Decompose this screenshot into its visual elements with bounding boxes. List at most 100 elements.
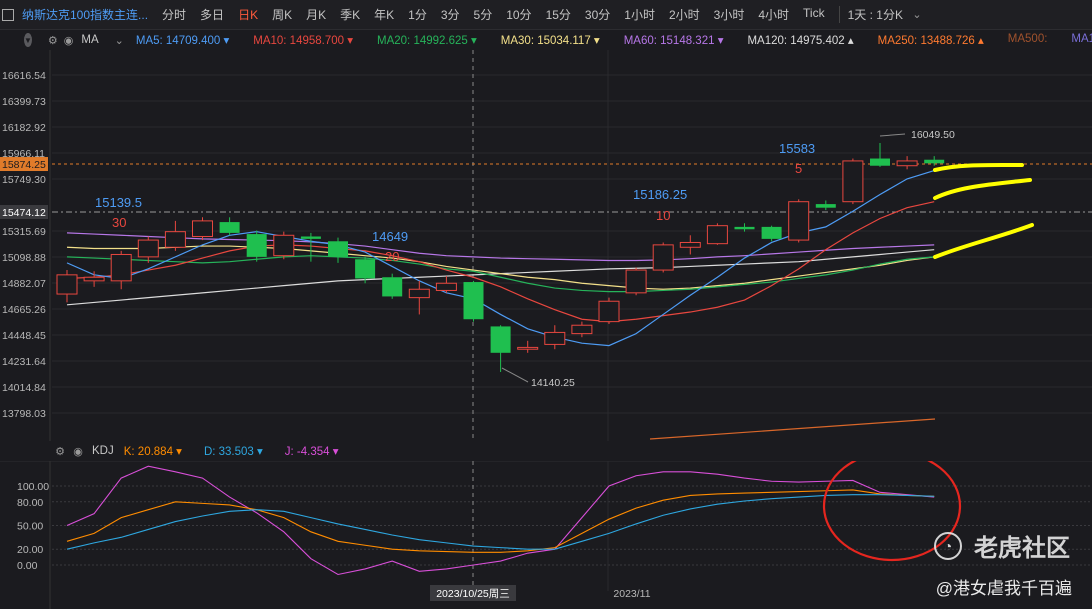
candle-body [328, 241, 348, 257]
tab-timeframe[interactable]: 周K [272, 6, 292, 23]
collapse-icon[interactable]: ▼ [24, 33, 32, 47]
candle-body [164, 231, 186, 248]
highlight-stroke [933, 162, 1024, 172]
kdj-value[interactable]: J: -4.354 ▾ [285, 444, 339, 458]
kdj-value[interactable]: K: 20.884 ▾ [124, 444, 182, 458]
ma-legend-bar: ▼ ⚙ ◉ MA ⌄ MA5: 14709.400 ▾ MA10: 14958.7… [0, 30, 1092, 50]
tab-timeframe[interactable]: 15分 [546, 6, 571, 23]
tab-timeframe[interactable]: 1天 : 1分K [838, 6, 903, 23]
watermark-text: 老虎社区 [974, 535, 1070, 562]
tab-timeframe[interactable]: 10分 [506, 6, 531, 23]
candle-body [870, 158, 890, 166]
tab-timeframe[interactable]: 1分 [408, 6, 427, 23]
tab-timeframe[interactable]: 30分 [585, 6, 610, 23]
kdj-tick-label: 0.00 [17, 560, 38, 572]
candle-body [137, 239, 159, 258]
price-tick-label: 14014.84 [2, 382, 46, 394]
price-tick-label: 14231.64 [2, 356, 46, 368]
price-tick-label: 15749.30 [2, 174, 46, 186]
candle-body [435, 282, 457, 291]
annotation-red: 20 [385, 249, 399, 264]
watermark-user: @港女虐我千百遍 [935, 579, 1072, 598]
ma-value[interactable]: MA250: 13488.726 ▴ [878, 33, 984, 47]
price-tick-label: 14665.26 [2, 304, 46, 316]
annotation-blue: 15139.5 [95, 195, 142, 210]
gear-icon[interactable]: ⚙ [54, 445, 66, 458]
candle-body [517, 346, 539, 350]
crosshair-price-tag-text: 15474.12 [2, 207, 46, 219]
candle-body [273, 234, 295, 257]
kdj-j-line [66, 465, 935, 576]
kdj-tick-label: 100.00 [17, 481, 49, 493]
chevron-down-icon[interactable]: ⌄ [115, 34, 124, 47]
candle-body [355, 259, 376, 279]
gear-icon[interactable]: ⚙ [48, 34, 58, 47]
candlestick-chart[interactable]: 16616.5416399.7316182.9215966.1115749.30… [0, 50, 1092, 441]
ma-value[interactable]: MA10: 14958.700 ▾ [253, 33, 353, 47]
candle-body [924, 159, 945, 164]
tab-timeframe[interactable]: 4小时 [758, 6, 789, 23]
annotation-blue: 15186.25 [633, 187, 687, 202]
price-tick-label: 14448.45 [2, 330, 46, 342]
ma-value[interactable]: MA1000 [1071, 33, 1092, 47]
last-price-tag-text: 15874.25 [2, 159, 46, 171]
ma250-line [649, 418, 936, 440]
eye-icon[interactable]: ◉ [72, 445, 84, 458]
tab-timeframe[interactable]: 2小时 [669, 6, 700, 23]
candle-body [544, 331, 566, 345]
ma-values: MA5: 14709.400 ▾ MA10: 14958.700 ▾ MA20: 1… [136, 33, 1092, 47]
tab-timeframe[interactable]: 季K [340, 6, 360, 23]
ma-value[interactable]: MA5: 14709.400 ▾ [136, 33, 229, 47]
kdj-value[interactable]: D: 33.503 ▾ [204, 444, 263, 458]
tab-timeframe[interactable]: 多日 [200, 6, 224, 23]
candle-body [842, 160, 864, 203]
symbol-title[interactable]: 纳斯达克100指数主连... [22, 6, 148, 23]
kdj-tick-label: 80.00 [17, 497, 43, 509]
annotation-blue: 14649 [372, 229, 408, 244]
candle-body [110, 253, 132, 282]
kdj-legend-bar: ⚙ ◉ KDJ K: 20.884 ▾ D: 33.503 ▾ J: -4.354 … [0, 441, 1092, 461]
chevron-down-icon[interactable]: ⌄ [911, 9, 923, 21]
window-icon[interactable] [2, 8, 14, 21]
kdj-values: K: 20.884 ▾ D: 33.503 ▾ J: -4.354 ▾ [124, 444, 361, 458]
candle-body [815, 204, 836, 208]
candle-body [56, 274, 78, 295]
candle-body [679, 241, 701, 248]
candle-body [625, 269, 647, 294]
highlight-stroke [933, 178, 1032, 200]
ma-value[interactable]: MA500: [1008, 33, 1048, 47]
tiger-logo-icon: ◔ [934, 531, 962, 560]
tab-timeframe[interactable]: 3分 [441, 6, 460, 23]
price-tick-label: 15098.88 [2, 252, 46, 264]
timeframe-toolbar: 纳斯达克100指数主连... 分时 多日 日K 周K 月K 季K 年K 1分 3分 5分 10分 15… [0, 0, 1092, 30]
ma-value[interactable]: MA30: 15034.117 ▾ [501, 33, 600, 47]
watermark-logo: ◔ 老虎社区 [934, 528, 1070, 563]
candle-body [219, 222, 240, 233]
tab-timeframe[interactable]: 年K [374, 6, 394, 23]
tab-timeframe[interactable]: 日K [238, 6, 258, 23]
price-tick-label: 16616.54 [2, 70, 46, 82]
tab-timeframe[interactable]: 3小时 [714, 6, 745, 23]
kdj-label[interactable]: KDJ [92, 445, 114, 457]
price-tick-label: 14882.07 [2, 278, 46, 290]
kdj-chart[interactable]: 100.00 80.00 50.00 20.00 0.00 2023/10/25周三 202… [0, 461, 1092, 609]
tab-timeframe[interactable]: 分时 [162, 6, 186, 23]
ma-value[interactable]: MA20: 14992.625 ▾ [377, 33, 477, 47]
ma-value[interactable]: MA120: 14975.402 ▴ [747, 33, 853, 47]
month-label: 2023/11 [613, 588, 650, 600]
ma-label[interactable]: MA [81, 34, 98, 46]
candle-body [734, 226, 755, 230]
annotation-red: 5 [795, 161, 802, 176]
ma-value[interactable]: MA60: 15148.321 ▾ [624, 33, 724, 47]
kdj-k-line [66, 489, 935, 553]
tab-timeframe[interactable]: Tick [803, 6, 825, 23]
high-marker-line [879, 133, 906, 137]
tab-timeframe[interactable]: 5分 [474, 6, 493, 23]
price-tick-label: 16399.73 [2, 96, 46, 108]
candle-body [896, 160, 918, 167]
low-price-label: 14140.25 [531, 377, 575, 389]
eye-icon[interactable]: ◉ [64, 34, 74, 47]
tab-timeframe[interactable]: 1小时 [624, 6, 655, 23]
candle-body [382, 277, 403, 297]
tab-timeframe[interactable]: 月K [306, 6, 326, 23]
